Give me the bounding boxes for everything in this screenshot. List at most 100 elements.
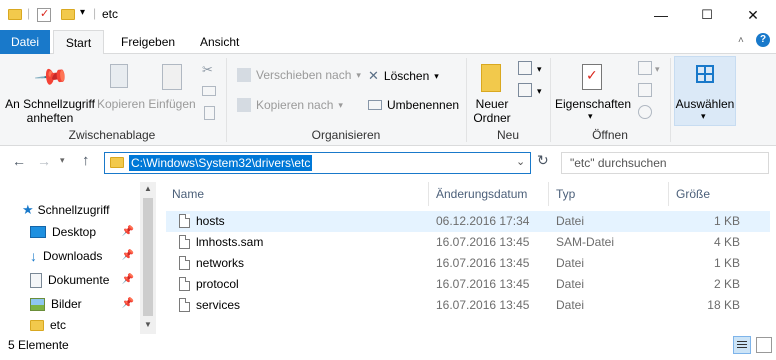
nav-item-etc[interactable]: etc [30,316,140,334]
select-button[interactable]: Auswählen ▾ [674,56,736,126]
easy-access-icon[interactable] [518,83,532,97]
file-list: Name Änderungsdatum Typ Größe hosts 06.1… [160,182,776,334]
move-to-label: Verschieben nach [256,68,352,82]
file-size: 1 KB [713,256,740,270]
dropdown-arrow-icon: ▾ [338,99,343,110]
pin-icon[interactable]: 📌 [122,250,134,261]
paste-shortcut-icon[interactable] [204,106,215,120]
new-item-icon[interactable] [518,61,532,75]
copy-to-icon [237,98,251,112]
file-date: 16.07.2016 13:45 [436,256,530,270]
open-group-label: Öffnen [592,128,628,142]
rename-button[interactable]: Umbenennen [368,98,459,112]
column-header-type[interactable]: Typ [550,182,575,206]
tab-home[interactable]: Start [53,30,104,55]
scroll-up-icon[interactable]: ▲ [144,184,152,193]
properties-quick-icon[interactable]: ✓ [37,8,51,22]
collapse-ribbon-icon[interactable]: ˄ [738,35,744,46]
maximize-button[interactable]: ☐ [684,0,730,30]
column-divider[interactable] [428,182,429,206]
table-row[interactable]: protocol 16.07.2016 13:45 Datei 2 KB [166,274,770,295]
dropdown-arrow-icon[interactable]: ▾ [537,86,542,97]
paste-label: Einfügen [148,97,196,111]
scroll-down-icon[interactable]: ▼ [144,320,152,329]
address-path[interactable]: C:\Windows\System32\drivers\etc [129,155,313,171]
file-type: Datei [556,214,585,228]
pin-icon[interactable]: 📌 [122,274,134,285]
new-folder-quick-icon[interactable] [61,9,75,20]
dropdown-arrow-icon: ▾ [434,70,439,81]
tab-file[interactable]: Datei [0,30,50,54]
refresh-icon[interactable]: ↻ [537,152,549,169]
forward-arrow-icon[interactable]: → [37,153,51,169]
scroll-thumb[interactable] [143,198,153,316]
new-group-label: Neu [496,128,519,142]
table-row[interactable]: networks 16.07.2016 13:45 Datei 1 KB [166,253,770,274]
move-icon [237,68,251,82]
column-header-date[interactable]: Änderungsdatum [430,182,527,206]
group-separator [226,58,227,142]
copy-to-label: Kopieren nach [256,98,334,112]
table-row[interactable]: lmhosts.sam 16.07.2016 13:45 SAM-Datei 4… [166,232,770,253]
details-view-icon[interactable] [733,336,751,354]
separator: | [27,6,31,20]
column-divider[interactable] [668,182,669,206]
history-icon[interactable] [638,105,652,119]
tab-share[interactable]: Freigeben [108,30,188,54]
group-separator [550,58,551,142]
column-header-size[interactable]: Größe [670,182,710,206]
back-arrow-icon[interactable]: ← [12,153,26,169]
pictures-icon [30,297,45,311]
file-size: 1 KB [713,214,740,228]
copy-to-button[interactable]: Kopieren nach ▾ [237,98,343,112]
nav-scrollbar[interactable]: ▲ ▼ [140,182,156,334]
nav-item-desktop[interactable]: Desktop 📌 [30,221,140,243]
window-title: etc [102,7,119,21]
new-folder-label-line2: Ordner [473,111,511,125]
dropdown-arrow-icon[interactable]: ▾ [655,64,660,75]
group-separator [670,58,671,142]
pin-icon[interactable]: 📌 [122,226,134,237]
minimize-button[interactable]: — [638,0,684,30]
large-icons-view-icon[interactable] [756,337,772,353]
nav-item-pictures[interactable]: Bilder 📌 [30,293,140,315]
close-button[interactable]: ✕ [730,0,776,30]
search-input[interactable]: "etc" durchsuchen [561,152,769,174]
column-header-name[interactable]: Name [166,182,204,206]
table-row[interactable]: services 16.07.2016 13:45 Datei 18 KB [166,295,770,316]
paste-button[interactable]: Einfügen [146,58,198,122]
pin-to-quick-access-button[interactable]: 📌 An Schnellzugriff anheften [4,58,96,125]
cut-icon[interactable]: ✂ [202,62,213,78]
address-row: ← → ▾ ↑ C:\Windows\System32\drivers\etc … [0,147,776,179]
copy-path-icon[interactable] [202,86,216,96]
recent-locations-icon[interactable]: ▾ [60,155,65,166]
new-folder-button[interactable]: Neuer Ordner [470,58,514,125]
dropdown-arrow-icon[interactable]: ▾ [537,64,542,75]
help-icon[interactable]: ? [756,33,770,47]
pin-icon[interactable]: 📌 [122,298,134,309]
table-row[interactable]: hosts 06.12.2016 17:34 Datei 1 KB [166,211,770,232]
quick-access-dropdown-icon[interactable]: ▾ [80,7,85,18]
tab-view[interactable]: Ansicht [187,30,252,54]
up-arrow-icon[interactable]: ↑ [82,152,90,169]
nav-item-downloads[interactable]: ↓ Downloads 📌 [30,245,140,267]
nav-item-label: Desktop [52,225,97,239]
properties-button[interactable]: ✓ Eigenschaften ▾ [554,58,632,124]
star-icon: ★ [22,202,34,217]
file-name: protocol [196,277,239,291]
file-date: 06.12.2016 17:34 [436,214,530,228]
select-grid-icon [696,65,714,83]
address-dropdown-icon[interactable]: ⌄ [516,155,525,168]
delete-label: Löschen [383,69,430,83]
column-divider[interactable] [548,182,549,206]
navigation-pane: ★ Schnellzugriff Desktop 📌 ↓ Downloads 📌… [0,182,157,334]
copy-button[interactable]: Kopieren [96,58,146,122]
move-to-button[interactable]: Verschieben nach ▾ [237,68,361,82]
nav-item-label: Bilder [51,297,82,311]
address-bar[interactable]: C:\Windows\System32\drivers\etc ⌄ [104,152,531,174]
delete-button[interactable]: ✕ Löschen ▾ [368,68,439,84]
edit-icon[interactable] [638,83,652,97]
open-icon[interactable] [638,61,652,75]
pin-label-line1: An Schnellzugriff [5,97,95,111]
nav-item-documents[interactable]: Dokumente 📌 [30,269,140,291]
